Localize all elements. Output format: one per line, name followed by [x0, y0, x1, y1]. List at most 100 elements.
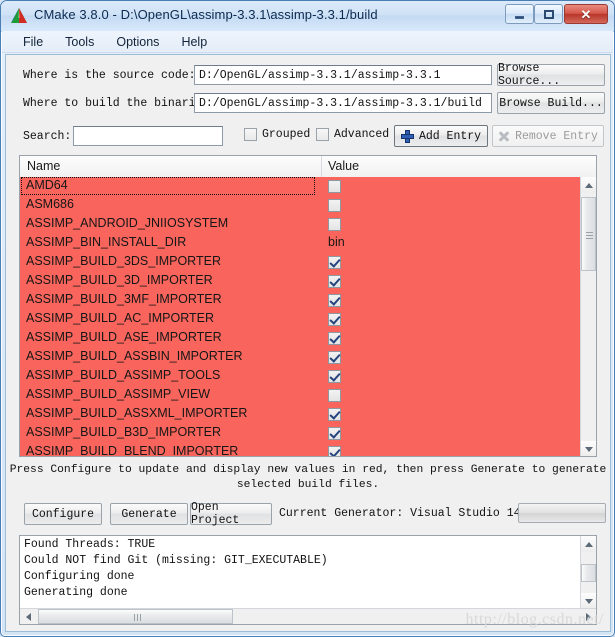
advanced-checkbox[interactable]: Advanced — [316, 128, 389, 141]
scroll-down-button[interactable] — [581, 441, 596, 456]
checkbox-icon — [316, 128, 329, 141]
cache-variable-checkbox[interactable] — [328, 351, 341, 364]
hint-line-1: Press Configure to update and display ne… — [9, 464, 607, 476]
browse-build-button[interactable]: Browse Build... — [497, 92, 605, 114]
maximize-icon — [543, 9, 554, 19]
log-scrollbar-thumb[interactable] — [581, 564, 596, 582]
build-path-row: Where to build the binaries: D:/OpenGL/a… — [6, 92, 610, 117]
table-row[interactable]: ASSIMP_BUILD_3D_IMPORTER — [20, 272, 580, 291]
table-row[interactable]: ASSIMP_BUILD_ASSIMP_TOOLS — [20, 367, 580, 386]
cache-variable-checkbox[interactable] — [328, 427, 341, 440]
log-line: Configuring done — [24, 570, 135, 583]
window-title: CMake 3.8.0 - D:\OpenGL\assimp-3.3.1\ass… — [34, 7, 378, 22]
cache-variable-checkbox[interactable] — [328, 256, 341, 269]
table-row[interactable]: ASSIMP_BUILD_B3D_IMPORTER — [20, 424, 580, 443]
table-row[interactable]: ASSIMP_BUILD_ASSBIN_IMPORTER — [20, 348, 580, 367]
triangle-down-icon — [584, 598, 593, 604]
table-row[interactable]: ASSIMP_BUILD_BLEND_IMPORTER — [20, 443, 580, 457]
source-path-label: Where is the source code: — [23, 69, 196, 82]
cache-variables-table: Name Value AMD64 ASM686 ASSIMP_ANDROID_JNI… — [19, 155, 597, 457]
column-header-value[interactable]: Value — [328, 159, 359, 173]
source-path-row: Where is the source code: D:/OpenGL/assi… — [6, 62, 610, 89]
menu-item-options[interactable]: Options — [105, 33, 170, 51]
menu-item-tools[interactable]: Tools — [54, 33, 105, 51]
log-vertical-scrollbar[interactable] — [580, 536, 596, 609]
watermark-text: http://blog.csdn.net/ — [465, 611, 604, 628]
cache-variable-name: ASSIMP_BUILD_ASSXML_IMPORTER — [26, 406, 248, 420]
table-row[interactable]: ASSIMP_BIN_INSTALL_DIR bin — [20, 234, 580, 253]
table-rows-viewport: AMD64 ASM686 ASSIMP_ANDROID_JNIIOSYSTEM ASS… — [20, 177, 580, 457]
log-scroll-up-button[interactable] — [581, 536, 596, 552]
log-scroll-down-button[interactable] — [581, 593, 596, 609]
cache-variable-checkbox[interactable] — [328, 199, 341, 212]
cache-variable-name: ASSIMP_BUILD_ASSIMP_TOOLS — [26, 368, 221, 382]
cmake-triangle-icon — [9, 6, 29, 26]
search-label: Search: — [23, 130, 72, 143]
grouped-checkbox[interactable]: Grouped — [244, 128, 310, 141]
add-entry-button[interactable]: Add Entry — [394, 125, 488, 147]
table-row[interactable]: ASSIMP_ANDROID_JNIIOSYSTEM — [20, 215, 580, 234]
triangle-up-icon — [584, 541, 593, 547]
table-vertical-scrollbar[interactable] — [580, 177, 596, 456]
log-hscrollbar-thumb[interactable] — [38, 609, 233, 624]
cache-variable-checkbox[interactable] — [328, 218, 341, 231]
table-row[interactable]: ASSIMP_BUILD_AC_IMPORTER — [20, 310, 580, 329]
triangle-left-icon — [25, 612, 31, 621]
cmake-gui-window: CMake 3.8.0 - D:\OpenGL\assimp-3.3.1\ass… — [0, 0, 615, 637]
log-line: Generating done — [24, 586, 128, 599]
cache-variable-checkbox[interactable] — [328, 446, 341, 456]
menu-item-help[interactable]: Help — [170, 33, 218, 51]
cache-variable-name: ASSIMP_BUILD_ASE_IMPORTER — [26, 330, 222, 344]
progress-bar — [518, 503, 606, 523]
cache-variable-checkbox[interactable] — [328, 332, 341, 345]
build-path-combo[interactable]: D:/OpenGL/assimp-3.3.1/assimp-3.3.1/buil… — [194, 93, 492, 113]
build-path-label: Where to build the binaries: — [23, 97, 217, 110]
log-scroll-left-button[interactable] — [20, 609, 36, 624]
cache-variable-name: ASM686 — [26, 197, 74, 211]
column-divider[interactable] — [321, 156, 322, 177]
table-row[interactable]: AMD64 — [20, 177, 580, 196]
table-row[interactable]: ASM686 — [20, 196, 580, 215]
grip-line — [140, 614, 141, 621]
table-row[interactable]: ASSIMP_BUILD_3MF_IMPORTER — [20, 291, 580, 310]
table-row[interactable]: ASSIMP_BUILD_ASSIMP_VIEW — [20, 386, 580, 405]
source-path-input[interactable]: D:/OpenGL/assimp-3.3.1/assimp-3.3.1 — [194, 65, 492, 85]
search-input[interactable] — [73, 126, 223, 146]
column-header-name[interactable]: Name — [27, 159, 60, 173]
cache-variable-value[interactable]: bin — [328, 235, 345, 249]
cache-variable-name: ASSIMP_BUILD_ASSBIN_IMPORTER — [26, 349, 243, 363]
cache-variable-checkbox[interactable] — [328, 313, 341, 326]
log-line: Could NOT find Git (missing: GIT_EXECUTA… — [24, 554, 328, 567]
remove-entry-button[interactable]: Remove Entry — [492, 125, 604, 147]
hint-text: Press Configure to update and display ne… — [6, 463, 610, 493]
scrollbar-thumb[interactable] — [581, 197, 596, 271]
browse-source-button[interactable]: Browse Source... — [497, 62, 605, 88]
cache-variable-checkbox[interactable] — [328, 275, 341, 288]
table-row[interactable]: ASSIMP_BUILD_ASE_IMPORTER — [20, 329, 580, 348]
cache-variable-checkbox[interactable] — [328, 389, 341, 402]
table-row[interactable]: ASSIMP_BUILD_ASSXML_IMPORTER — [20, 405, 580, 424]
grip-line — [134, 614, 135, 621]
title-bar: CMake 3.8.0 - D:\OpenGL\assimp-3.3.1\ass… — [1, 1, 614, 32]
configure-button[interactable]: Configure — [24, 503, 102, 525]
close-icon: ✕ — [580, 6, 592, 22]
cache-variable-name: ASSIMP_BUILD_BLEND_IMPORTER — [26, 444, 239, 457]
minimize-button[interactable] — [505, 4, 534, 24]
table-header: Name Value — [20, 156, 596, 178]
generate-button[interactable]: Generate — [110, 503, 188, 525]
cache-variable-checkbox[interactable] — [328, 370, 341, 383]
menu-item-file[interactable]: File — [12, 33, 54, 51]
close-button[interactable]: ✕ — [564, 4, 608, 24]
scroll-up-button[interactable] — [581, 177, 596, 193]
cache-variable-checkbox[interactable] — [328, 408, 341, 421]
cache-variable-checkbox[interactable] — [328, 180, 341, 193]
cache-variable-checkbox[interactable] — [328, 294, 341, 307]
maximize-button[interactable] — [534, 4, 563, 24]
cache-variable-name: ASSIMP_BIN_INSTALL_DIR — [26, 235, 187, 249]
open-project-button[interactable]: Open Project — [190, 501, 272, 527]
table-row[interactable]: ASSIMP_BUILD_3DS_IMPORTER — [20, 253, 580, 272]
cache-variable-name: ASSIMP_BUILD_3MF_IMPORTER — [26, 292, 222, 306]
current-generator-label: Current Generator: Visual Studio 14 2015 — [279, 507, 556, 520]
advanced-label: Advanced — [334, 128, 390, 141]
cache-variable-name: AMD64 — [26, 178, 68, 192]
